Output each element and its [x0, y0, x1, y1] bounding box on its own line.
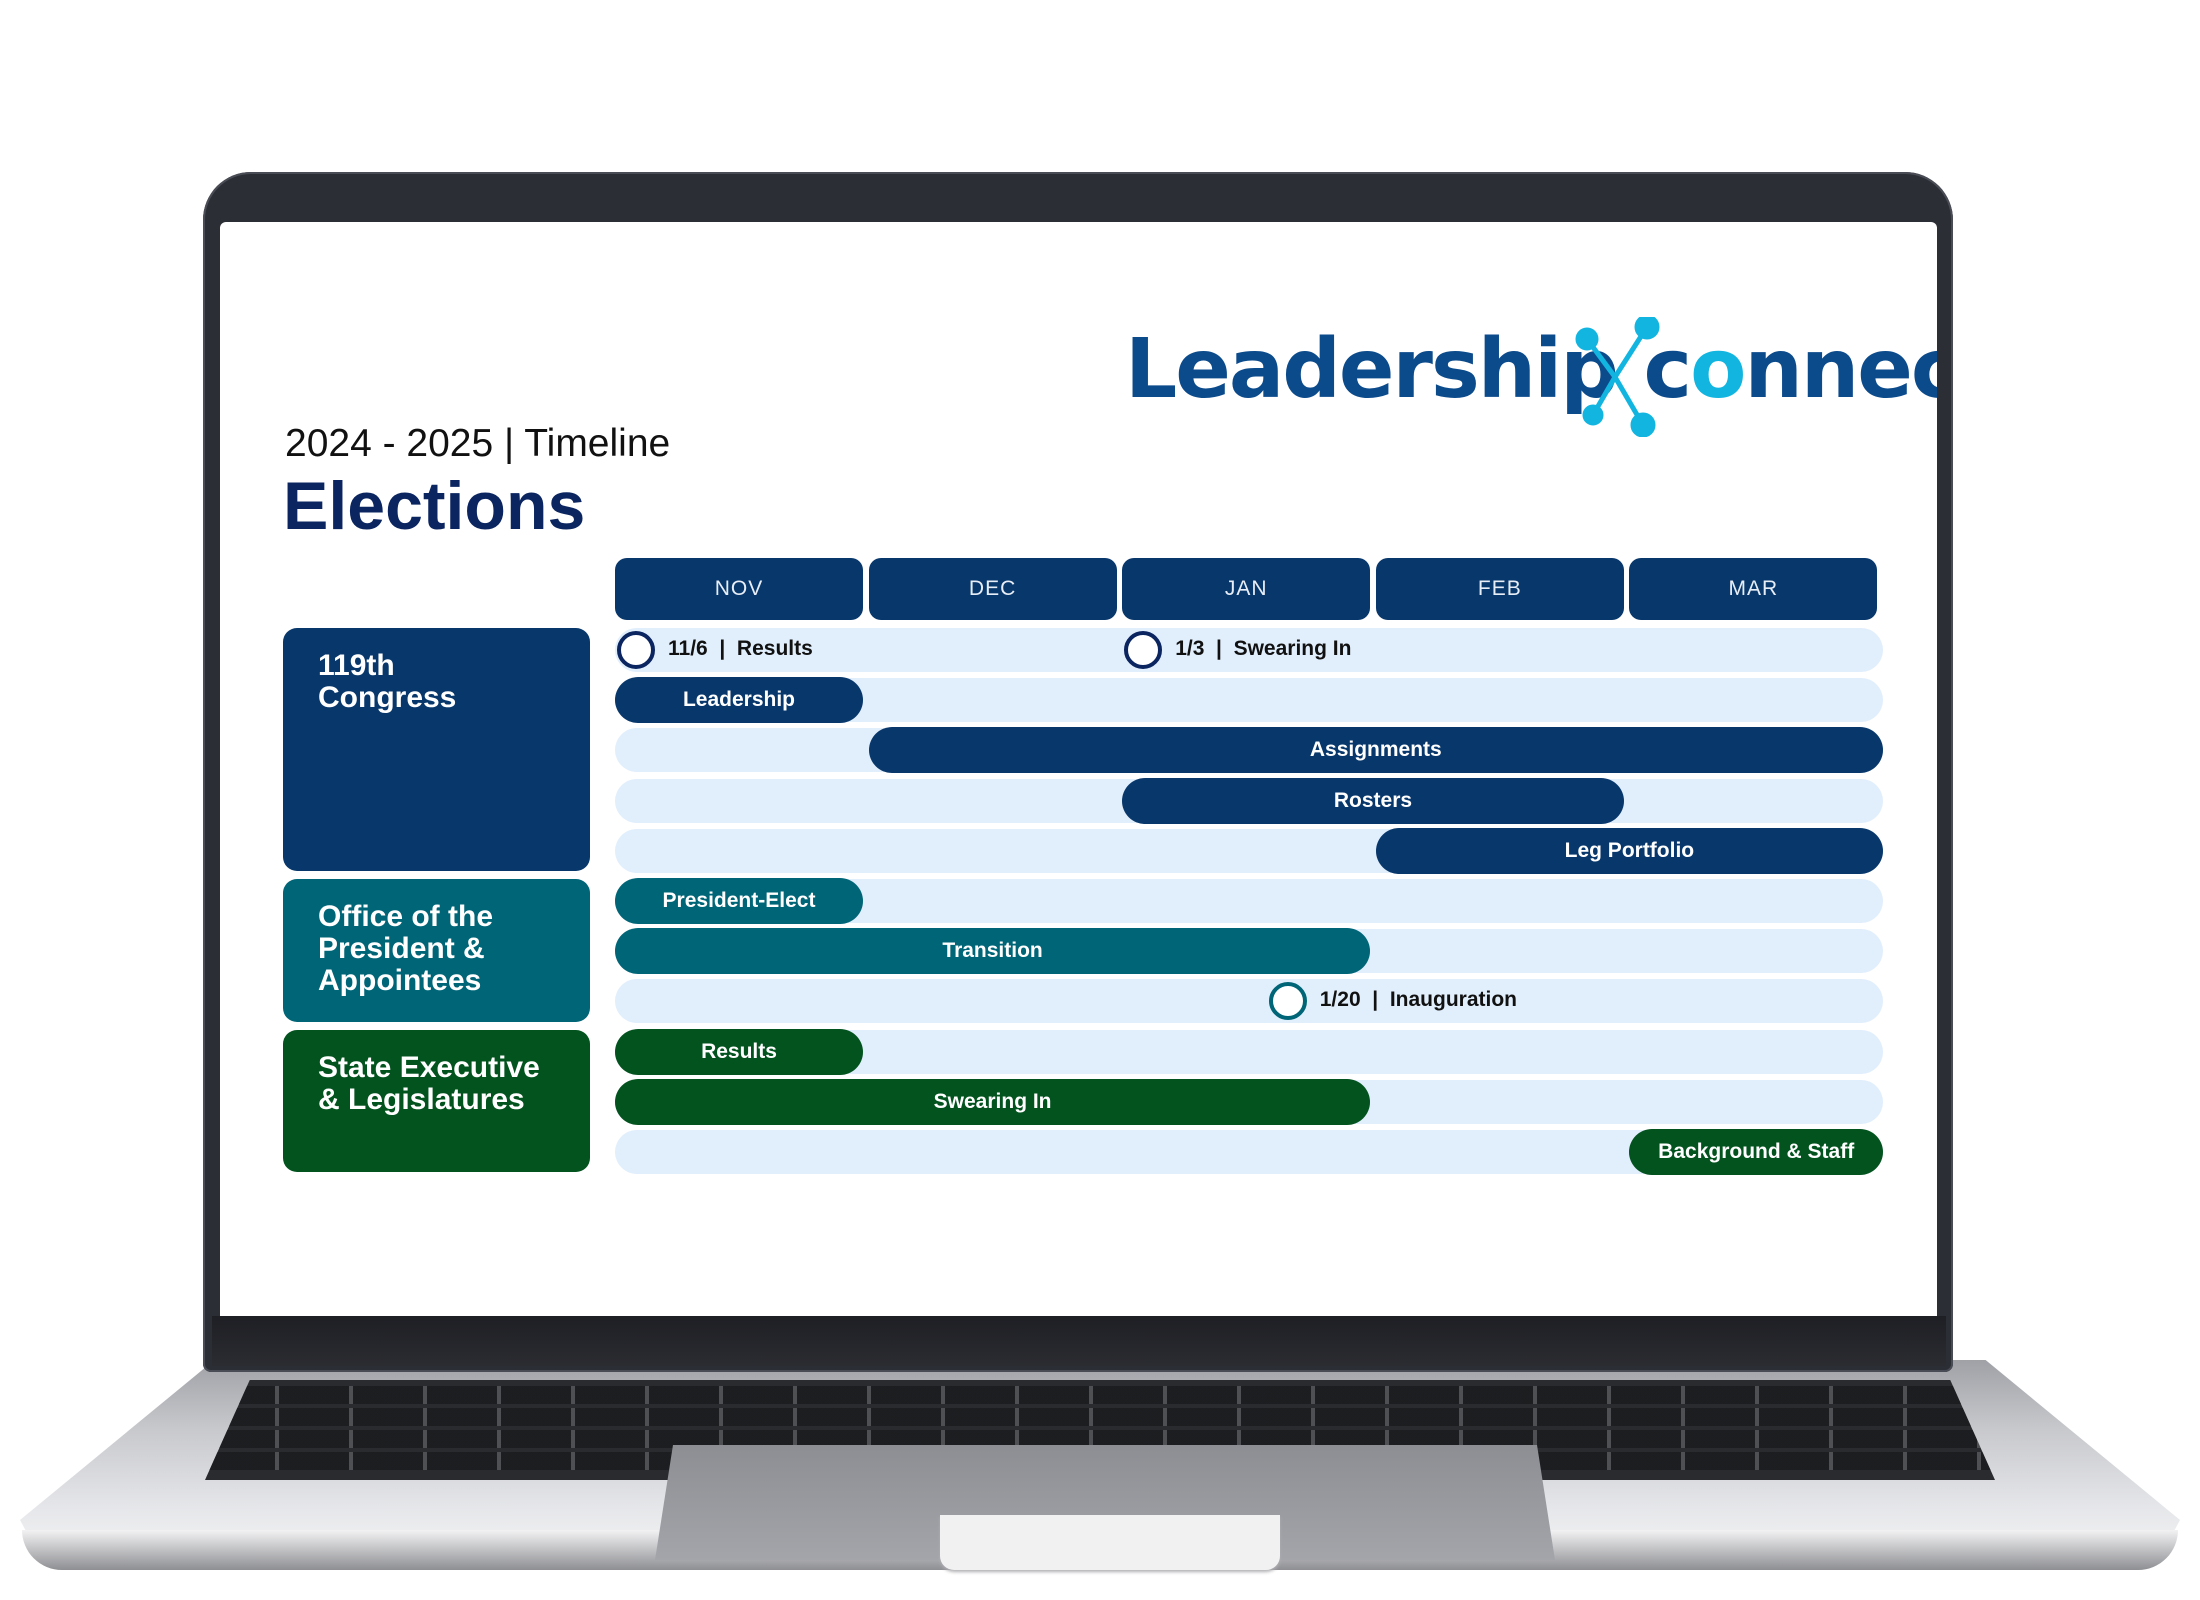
milestone-label: 11/6 | Results [668, 637, 813, 660]
group-label-congress: 119th Congress [283, 628, 590, 871]
brand-logo-text-2: nnect [1744, 322, 1937, 417]
timeline-bar[interactable]: Background & Staff [1629, 1129, 1883, 1175]
milestone-label: 1/3 | Swearing In [1175, 637, 1352, 660]
milestone-label: 1/20 | Inauguration [1319, 988, 1517, 1012]
timeline-bar[interactable]: President-Elect [615, 878, 863, 924]
timeline-bar[interactable]: Results [615, 1028, 863, 1075]
timeline-bar[interactable]: Transition [615, 928, 1371, 975]
timeline-bar[interactable]: Leg Portfolio [1375, 827, 1883, 874]
month-header-nov: NOV [615, 558, 863, 620]
timeline-bar[interactable]: Assignments [868, 727, 1883, 774]
molecule-icon [1575, 317, 1660, 437]
timeline-row-track [615, 979, 1883, 1024]
laptop-bezel [212, 1316, 1946, 1366]
brand-logo: Leadership connect [1125, 322, 1937, 417]
month-header-feb: FEB [1375, 558, 1624, 620]
timeline-bar[interactable]: Leadership [615, 677, 863, 724]
month-header-jan: JAN [1122, 558, 1371, 620]
group-label-president: Office of the President & Appointees [283, 879, 590, 1022]
timeline-bar[interactable]: Swearing In [615, 1078, 1371, 1125]
laptop-lid-notch [940, 1515, 1280, 1570]
milestone-marker-icon[interactable] [617, 631, 655, 669]
laptop-screen: Leadership connect 2024 - 2025 | Timelin… [220, 222, 1937, 1316]
month-header-dec: DEC [868, 558, 1117, 620]
month-header-mar: MAR [1629, 558, 1878, 620]
page-subtitle: 2024 - 2025 | Timeline [285, 422, 671, 465]
brand-logo-o: o [1690, 322, 1746, 417]
milestone-marker-icon[interactable] [1124, 631, 1163, 669]
group-label-state: State Executive & Legislatures [283, 1029, 590, 1173]
page-title: Elections [283, 468, 586, 544]
timeline-bar[interactable]: Rosters [1122, 777, 1624, 824]
milestone-marker-icon[interactable] [1268, 982, 1307, 1021]
